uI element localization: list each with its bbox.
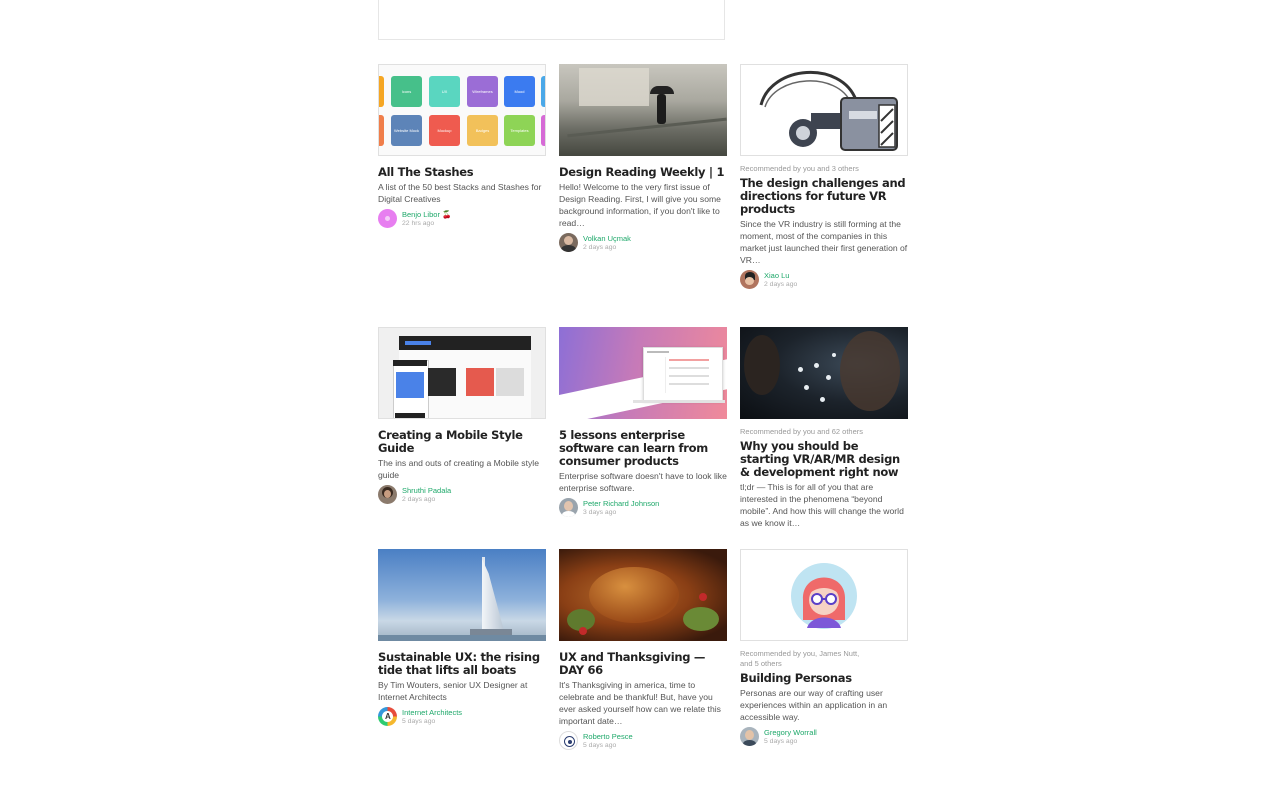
story-thumbnail[interactable] [740,327,908,419]
avatar[interactable] [740,270,759,289]
story-thumbnail[interactable] [740,64,908,156]
avatar[interactable] [740,727,759,746]
story-card[interactable]: Recommended by you, James Nutt, and 5 ot… [740,549,908,746]
vr-headset-illustration [759,70,898,151]
author-name[interactable]: Gregory Worrall [764,728,817,737]
story-title[interactable]: 5 lessons enterprise software can learn … [559,429,727,468]
story-excerpt[interactable]: tl;dr — This is for all of you that are … [740,481,908,529]
persona-avatar-illustration [791,563,857,629]
story-thumbnail[interactable] [378,327,546,419]
author-row: Volkan Uçmak 2 days ago [559,233,727,252]
author-row: Xiao Lu 2 days ago [740,270,908,289]
story-thumbnail[interactable] [559,549,727,641]
tile [379,76,384,107]
story-title[interactable]: Creating a Mobile Style Guide [378,429,546,455]
author-row: Shruthi Padala 2 days ago [378,485,546,504]
story-excerpt[interactable]: It's Thanksgiving in america, time to ce… [559,679,727,727]
post-date: 5 days ago [402,717,436,725]
story-card[interactable]: Creating a Mobile Style Guide The ins an… [378,327,546,504]
story-excerpt[interactable]: Hello! Welcome to the very first issue o… [559,181,727,229]
author-row: Benjo Libor 🍒 22 hrs ago [378,209,546,228]
story-thumbnail[interactable] [559,327,727,419]
author-name[interactable]: Volkan Uçmak [583,234,631,243]
author-row: Gregory Worrall 5 days ago [740,727,908,746]
avatar[interactable] [378,485,397,504]
author-row: A Internet Architects 5 days ago [378,707,546,726]
post-date: 22 hrs ago [402,219,435,227]
author-row: Peter Richard Johnson 3 days ago [559,498,727,517]
author-name[interactable]: Internet Architects [402,708,462,717]
tile: Wireframes [467,76,498,107]
post-date: 2 days ago [764,280,798,288]
avatar[interactable] [559,731,578,750]
story-card[interactable]: 5 lessons enterprise software can learn … [559,327,727,517]
story-title[interactable]: Building Personas [740,672,908,685]
recommended-by[interactable]: Recommended by you, James Nutt, and 5 ot… [740,649,870,669]
story-thumbnail[interactable] [378,549,546,641]
story-excerpt[interactable]: Personas are our way of crafting user ex… [740,687,908,723]
story-card[interactable]: Recommended by you and 3 others The desi… [740,64,908,289]
author-name[interactable]: Xiao Lu [764,271,797,280]
post-date: 5 days ago [764,737,798,745]
story-card[interactable]: Icons UX Wireframes Mood Website Mock Mo… [378,64,546,228]
recommended-by[interactable]: Recommended by you and 62 others [740,427,908,437]
tile: Icons [391,76,422,107]
tile: UX [429,76,460,107]
avatar[interactable] [559,498,578,517]
recommended-by[interactable]: Recommended by you and 3 others [740,164,908,174]
post-date: 5 days ago [583,741,617,749]
post-date: 2 days ago [402,495,436,503]
story-card[interactable]: UX and Thanksgiving — DAY 66 It's Thanks… [559,549,727,750]
tile [541,76,545,107]
story-title[interactable]: All The Stashes [378,166,546,179]
story-excerpt[interactable]: Since the VR industry is still forming a… [740,218,908,266]
story-title[interactable]: The design challenges and directions for… [740,177,908,216]
avatar[interactable] [559,233,578,252]
author-name[interactable]: Shruthi Padala [402,486,451,495]
post-date: 3 days ago [583,508,617,516]
author-name[interactable]: Roberto Pesce [583,732,633,741]
tile: Website Mock [391,115,422,146]
avatar[interactable]: A [378,707,397,726]
author-row: Roberto Pesce 5 days ago [559,731,727,750]
author-name[interactable]: Peter Richard Johnson [583,499,659,508]
post-date: 2 days ago [583,243,617,251]
story-card[interactable]: Sustainable UX: the rising tide that lif… [378,549,546,726]
search-results-box [378,0,725,40]
tile [379,115,384,146]
tile: Templates [504,115,535,146]
story-card[interactable]: Design Reading Weekly | 1 Hello! Welcome… [559,64,727,252]
story-title[interactable]: Sustainable UX: the rising tide that lif… [378,651,546,677]
tile: Mockup [429,115,460,146]
story-thumbnail[interactable] [740,549,908,641]
tile: Mood [504,76,535,107]
story-excerpt[interactable]: Enterprise software doesn't have to look… [559,470,727,494]
story-title[interactable]: UX and Thanksgiving — DAY 66 [559,651,727,677]
story-card[interactable]: Recommended by you and 62 others Why you… [740,327,908,529]
tile: Badges [467,115,498,146]
story-excerpt[interactable]: A list of the 50 best Stacks and Stashes… [378,181,546,205]
tile [541,115,545,146]
story-title[interactable]: Why you should be starting VR/AR/MR desi… [740,440,908,479]
avatar[interactable] [378,209,397,228]
author-name[interactable]: Benjo Libor 🍒 [402,210,451,219]
story-thumbnail[interactable] [559,64,727,156]
story-thumbnail[interactable]: Icons UX Wireframes Mood Website Mock Mo… [378,64,546,156]
story-title[interactable]: Design Reading Weekly | 1 [559,166,727,179]
story-excerpt[interactable]: The ins and outs of creating a Mobile st… [378,457,546,481]
story-excerpt[interactable]: By Tim Wouters, senior UX Designer at In… [378,679,546,703]
